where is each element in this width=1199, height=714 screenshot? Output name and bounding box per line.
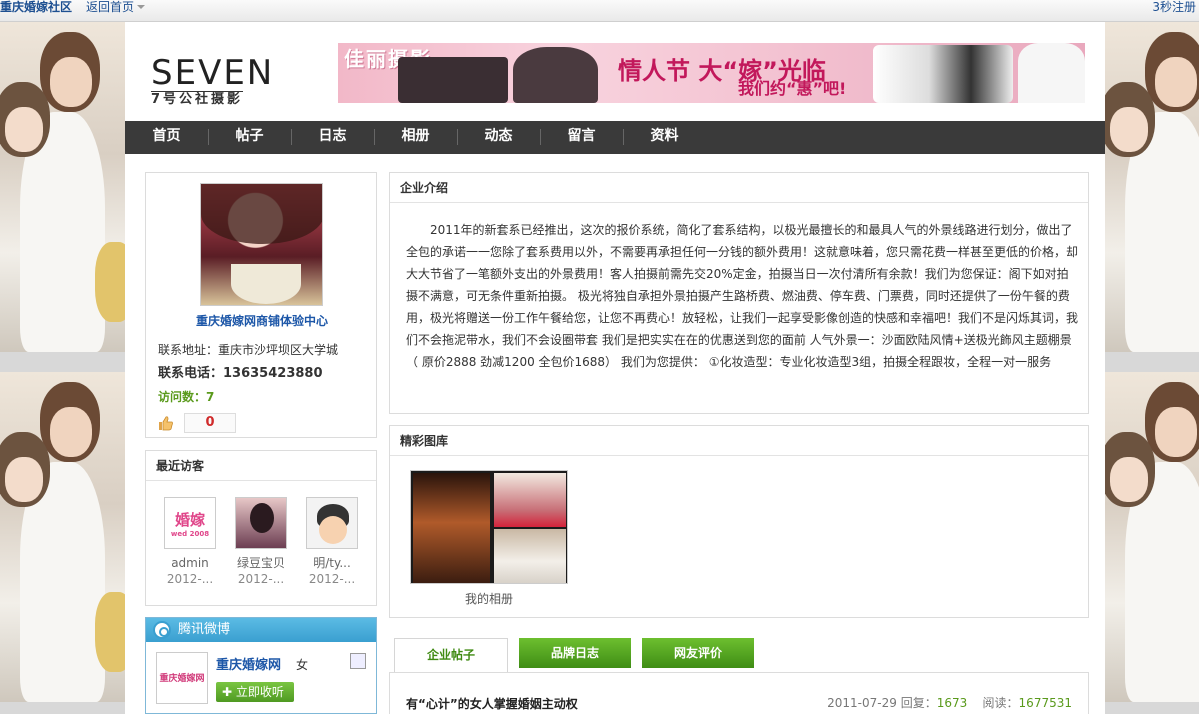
banner-photo — [1018, 43, 1085, 103]
panel-title: 精彩图库 — [390, 426, 1088, 456]
tab-user-reviews[interactable]: 网友评价 — [642, 638, 754, 668]
visitor-name[interactable]: 明/ty... — [306, 555, 358, 571]
post-title-link[interactable]: 有“心计”的女人掌握婚姻主动权 — [406, 695, 578, 712]
banner-subtitle: 我们约“惠”吧! — [738, 79, 847, 98]
visitor-avatar[interactable] — [235, 497, 287, 549]
logo-subtext: 7号公社摄影 — [151, 91, 244, 107]
follow-button[interactable]: ✚ 立即收听 — [216, 682, 294, 702]
main-nav: 首页 帖子 日志 相册 动态 留言 资料 — [125, 121, 1105, 154]
promo-banner[interactable]: 佳丽摄影 情人节 大“嫁”光临 我们约“惠”吧! — [338, 43, 1085, 103]
site-name-link[interactable]: 重庆婚嫁社区 — [0, 0, 72, 14]
thumbs-up-icon[interactable] — [158, 415, 174, 431]
weibo-badge-icon[interactable] — [350, 653, 366, 669]
panel-title: 企业介绍 — [390, 173, 1088, 203]
tab-company-posts[interactable]: 企业帖子 — [394, 638, 508, 673]
banner-photo — [873, 45, 1013, 103]
nav-item-messages[interactable]: 留言 — [540, 121, 623, 154]
top-bar: 重庆婚嫁社区 返回首页 3秒注册 — [0, 0, 1199, 22]
visit-count: 访问数：7 — [158, 390, 215, 404]
weibo-widget: 腾讯微博 重庆婚嫁网 重庆婚嫁网 女 ✚ 立即收听 — [145, 617, 377, 714]
intro-text: 2011年的新套系已经推出，这次的报价系统，简化了套系结构，以极光最擅长的和最具… — [406, 223, 1079, 369]
background-photo — [1105, 22, 1199, 352]
visitor-date: 2012-... — [166, 572, 214, 586]
post-meta: 2011-07-29 回复：1673 阅读：1677531 — [827, 694, 1072, 711]
visitor-avatar[interactable]: 婚嫁 wed 2008 — [164, 497, 216, 549]
visitor-avatar[interactable] — [306, 497, 358, 549]
like-count: 0 — [184, 413, 236, 433]
read-label: 阅读： — [982, 696, 1019, 710]
weibo-gender: 女 — [296, 658, 309, 672]
banner-photo — [398, 57, 508, 103]
album-label[interactable]: 我的相册 — [410, 590, 568, 607]
nav-item-blog[interactable]: 日志 — [291, 121, 374, 154]
logo-text: SEVEN — [151, 53, 275, 93]
nav-item-activity[interactable]: 动态 — [457, 121, 540, 154]
nav-item-posts[interactable]: 帖子 — [208, 121, 291, 154]
visitor-name[interactable]: 绿豆宝贝 — [235, 555, 287, 571]
posts-list: 有“心计”的女人掌握婚姻主动权 2011-07-29 回复：1673 阅读：16… — [389, 672, 1089, 714]
weibo-icon — [153, 621, 171, 639]
home-link[interactable]: 返回首页 — [86, 0, 134, 14]
register-link[interactable]: 3秒注册 — [1152, 0, 1196, 14]
tab-brand-blog[interactable]: 品牌日志 — [519, 638, 631, 668]
list-item[interactable]: 明/ty... 2012-... — [306, 497, 358, 587]
logo[interactable]: SEVEN 7号公社摄影 — [151, 55, 307, 107]
list-item[interactable]: 婚嫁 wed 2008 admin 2012-... — [164, 497, 216, 587]
nav-item-home[interactable]: 首页 — [125, 121, 208, 154]
panel-title: 最近访客 — [146, 451, 376, 481]
post-date: 2011-07-29 — [827, 696, 897, 710]
profile-card: 重庆婚嫁网商铺体验中心 联系地址：重庆市沙坪坝区大学城 联系电话：1363542… — [145, 172, 377, 438]
weibo-account-name[interactable]: 重庆婚嫁网 — [216, 654, 281, 673]
weibo-header: 腾讯微博 — [146, 618, 376, 642]
background-photo — [1105, 372, 1199, 702]
chevron-down-icon[interactable] — [137, 5, 145, 9]
background-photo — [0, 22, 125, 352]
nav-item-album[interactable]: 相册 — [374, 121, 457, 154]
list-item[interactable]: 绿豆宝贝 2012-... — [235, 497, 287, 587]
background-photo — [0, 372, 125, 702]
album-thumbnail[interactable] — [410, 470, 568, 584]
visitor-name[interactable]: admin — [164, 555, 216, 571]
weibo-title: 腾讯微博 — [178, 622, 231, 637]
avatar[interactable]: 重庆婚嫁网 — [156, 652, 208, 704]
contact-address: 联系地址：重庆市沙坪坝区大学城 — [158, 343, 339, 357]
company-intro-panel: 企业介绍 2011年的新套系已经推出，这次的报价系统，简化了套系结构，以极光最擅… — [389, 172, 1089, 414]
avatar[interactable] — [200, 183, 323, 306]
gallery-panel: 精彩图库 我的相册 — [389, 425, 1089, 618]
shop-name-link[interactable]: 重庆婚嫁网商铺体验中心 — [146, 312, 378, 329]
reply-count: 1673 — [936, 696, 968, 710]
read-count: 1677531 — [1018, 696, 1072, 710]
banner-photo — [513, 47, 598, 103]
contact-phone: 联系电话：13635423880 — [158, 366, 323, 381]
reply-label: 回复： — [900, 696, 937, 710]
visitor-date: 2012-... — [237, 572, 285, 586]
recent-visitors-panel: 最近访客 婚嫁 wed 2008 admin 2012-... 绿豆宝贝 2012… — [145, 450, 377, 606]
nav-item-profile[interactable]: 资料 — [623, 121, 706, 154]
visitor-date: 2012-... — [308, 572, 356, 586]
